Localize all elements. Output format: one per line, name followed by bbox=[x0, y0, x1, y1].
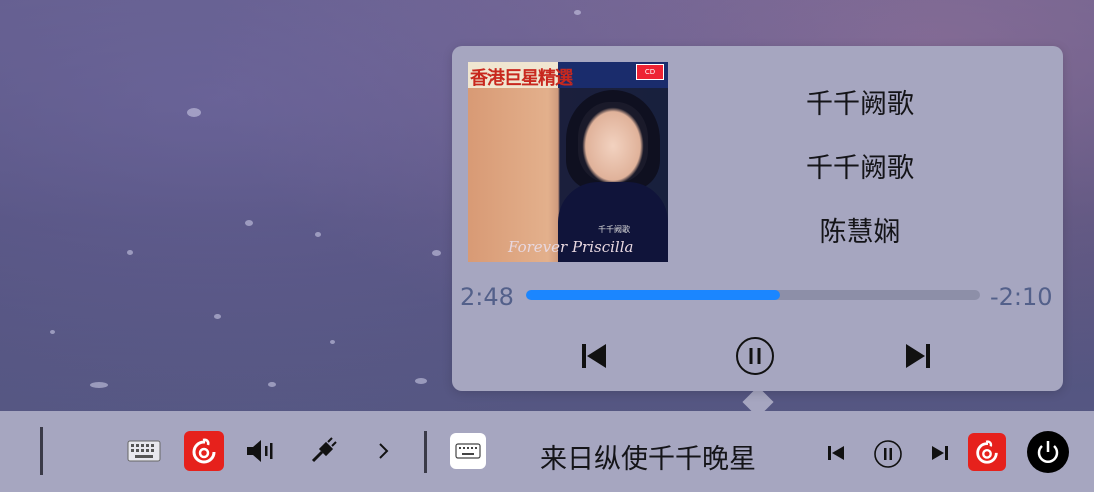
keyboard-icon bbox=[127, 440, 161, 462]
song-title: 千千阙歌 bbox=[806, 89, 914, 120]
skip-next-icon bbox=[906, 344, 930, 368]
cover-small-label: 千千阙歌 bbox=[598, 225, 630, 234]
taskbar-separator bbox=[40, 427, 43, 475]
elapsed-time: 2:48 bbox=[460, 283, 514, 311]
pause-circle-icon bbox=[874, 440, 902, 468]
input-method-keyboard-icon bbox=[455, 443, 481, 459]
taskbar-previous-button[interactable] bbox=[822, 439, 850, 467]
artist-name: 陈慧娴 bbox=[819, 217, 901, 248]
pause-button[interactable] bbox=[735, 336, 775, 376]
taskbar: 来日纵使千千晚星 bbox=[0, 411, 1094, 492]
previous-button[interactable] bbox=[574, 336, 614, 376]
chevron-right-icon bbox=[379, 443, 389, 459]
next-button[interactable] bbox=[898, 336, 938, 376]
volume-button[interactable] bbox=[243, 433, 279, 469]
progress-bar[interactable] bbox=[526, 290, 980, 300]
now-playing-text[interactable]: 来日纵使千千晚星 bbox=[540, 437, 756, 476]
skip-previous-icon bbox=[582, 344, 606, 368]
expand-tray-button[interactable] bbox=[370, 433, 398, 469]
power-icon bbox=[1037, 441, 1059, 463]
album-name: 千千阙歌 bbox=[806, 153, 914, 184]
netease-music-icon bbox=[976, 440, 998, 464]
cover-signature: Forever Priscilla bbox=[508, 238, 634, 256]
label-logo: CD bbox=[636, 64, 664, 80]
music-player-popup: 香港巨星精選 CD 千千阙歌 Forever Priscilla 千千阙歌 千千… bbox=[452, 46, 1063, 391]
netease-music-tray-button[interactable] bbox=[968, 433, 1006, 471]
pause-circle-icon bbox=[736, 337, 774, 375]
input-method-button[interactable] bbox=[450, 433, 486, 469]
netease-music-icon bbox=[192, 438, 216, 464]
skip-previous-icon bbox=[828, 446, 844, 460]
remaining-time: -2:10 bbox=[990, 283, 1053, 311]
volume-icon bbox=[247, 440, 273, 462]
cover-title: 香港巨星精選 bbox=[470, 68, 573, 89]
taskbar-separator bbox=[424, 431, 427, 473]
taskbar-pause-button[interactable] bbox=[872, 438, 904, 470]
keyboard-button[interactable] bbox=[126, 433, 162, 469]
usb-icon bbox=[311, 437, 337, 463]
usb-button[interactable] bbox=[305, 433, 341, 469]
power-button[interactable] bbox=[1027, 431, 1069, 473]
skip-next-icon bbox=[932, 446, 948, 460]
progress-fill bbox=[526, 290, 781, 300]
album-cover: 香港巨星精選 CD 千千阙歌 Forever Priscilla bbox=[468, 62, 668, 262]
taskbar-next-button[interactable] bbox=[926, 439, 954, 467]
netease-music-button[interactable] bbox=[184, 431, 224, 471]
